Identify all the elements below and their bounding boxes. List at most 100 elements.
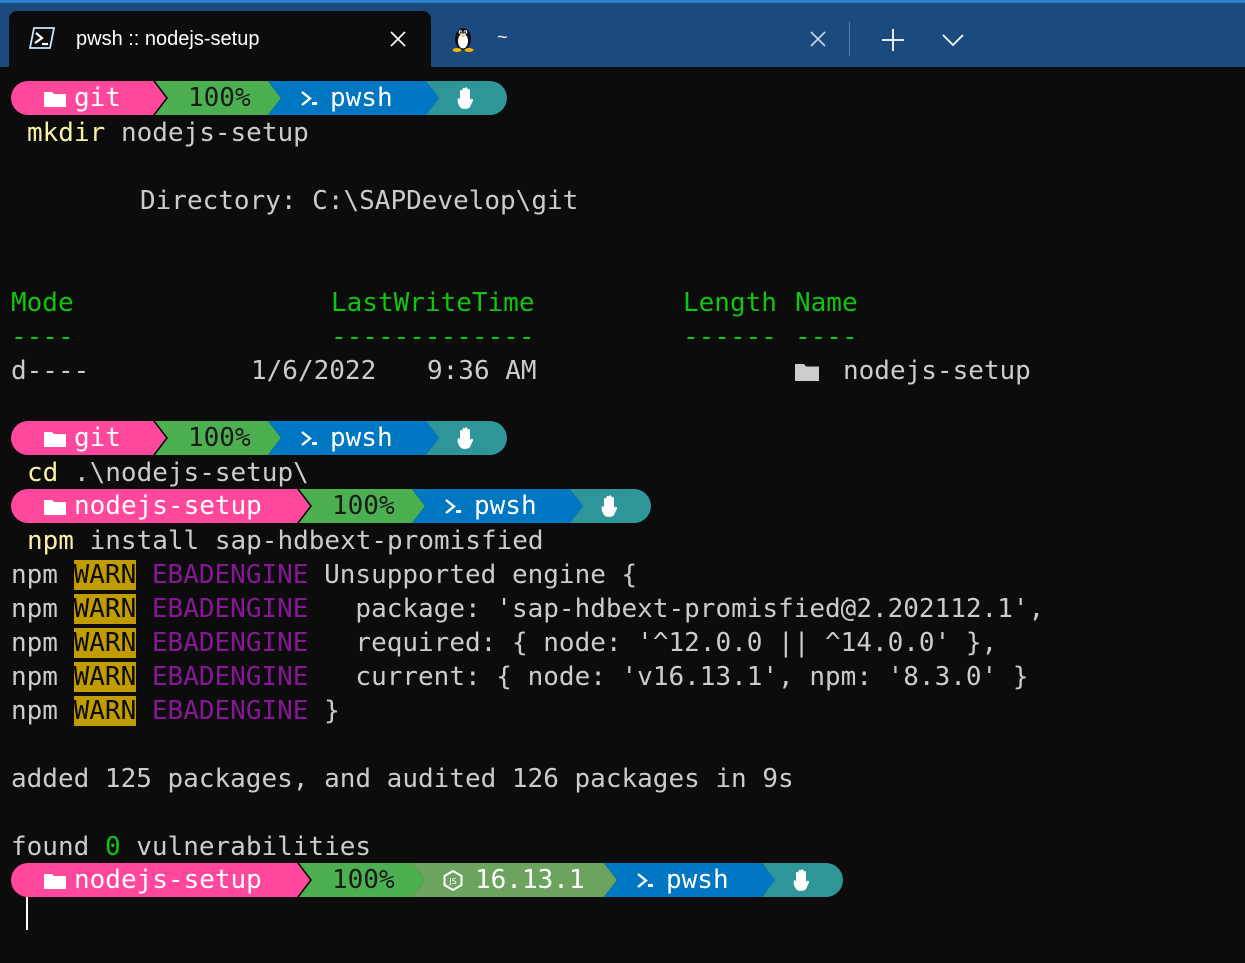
prompt-root-segment	[426, 421, 507, 455]
powershell-icon	[29, 27, 55, 49]
shell-prompt-icon	[301, 91, 317, 106]
warn-message: Unsupported engine {	[324, 560, 638, 590]
header-name: Name	[795, 288, 858, 318]
warn-code: EBADENGINE	[151, 560, 309, 590]
row-date: 1/6/2022	[251, 356, 377, 386]
prompt-shell-segment: pwsh	[268, 81, 439, 115]
prompt-root-segment	[426, 81, 507, 115]
tab-title: pwsh :: nodejs-setup	[76, 28, 260, 50]
npm-prefix: npm	[11, 628, 58, 658]
prompt-folder-name: nodejs-setup	[74, 491, 262, 521]
tab-linux-home[interactable]: ~	[431, 11, 851, 67]
prompt-shell-segment: pwsh	[268, 421, 439, 455]
shell-prompt-icon	[637, 873, 653, 888]
prompt: nodejs-setup 100% JS 16.13.1 pwsh	[11, 863, 843, 897]
prompt-battery-level: 100%	[332, 491, 395, 521]
prompt-shell-name: pwsh	[666, 865, 729, 895]
underline-name: ----	[795, 322, 858, 352]
chevron-down-icon[interactable]	[940, 27, 966, 53]
prompt-folder-name: git	[74, 423, 121, 453]
folder-icon	[44, 92, 66, 107]
prompt-node-version: 16.13.1	[475, 865, 585, 895]
npm-prefix: npm	[11, 662, 58, 692]
warn-code: EBADENGINE	[151, 696, 309, 726]
header-length: Length	[683, 288, 777, 318]
close-icon[interactable]	[387, 28, 409, 50]
prompt-folder-segment: git	[11, 81, 166, 115]
prompt-node-segment: JS 16.13.1	[412, 863, 617, 897]
warn-code: EBADENGINE	[151, 628, 309, 658]
warn-badge: WARN	[73, 662, 137, 692]
header-mode: Mode	[11, 288, 74, 318]
vulnerabilities-label: vulnerabilities	[136, 832, 372, 862]
text-cursor	[26, 897, 28, 930]
prompt-battery-level: 100%	[188, 83, 251, 113]
prompt-shell-name: pwsh	[474, 491, 537, 521]
warn-badge: WARN	[73, 560, 137, 590]
plus-icon[interactable]	[880, 27, 906, 53]
npm-prefix: npm	[11, 560, 58, 590]
prompt-battery-segment: 100%	[299, 489, 425, 523]
vulnerability-count: 0	[104, 832, 121, 862]
svg-text:JS: JS	[448, 877, 456, 886]
prompt-folder-segment: nodejs-setup	[11, 863, 310, 897]
prompt-folder-segment: nodejs-setup	[11, 489, 310, 523]
prompt-battery-level: 100%	[188, 423, 251, 453]
command-name: npm	[27, 526, 74, 556]
prompt-root-segment	[570, 489, 651, 523]
warn-badge: WARN	[73, 628, 137, 658]
npm-prefix: npm	[11, 594, 58, 624]
prompt: git 100% pwsh	[11, 421, 507, 455]
row-mode: d----	[11, 356, 90, 386]
npm-summary-added: added 125 packages, and audited 126 pack…	[11, 764, 794, 794]
shell-prompt-icon	[445, 499, 461, 514]
shell-prompt-icon	[301, 431, 317, 446]
folder-icon	[795, 364, 819, 381]
npm-warning-line: npm WARN EBADENGINE current: { node: 'v1…	[11, 660, 1029, 694]
tab-separator	[849, 22, 850, 56]
found-label: found	[11, 832, 90, 862]
hand-icon	[457, 87, 474, 109]
prompt-shell-name: pwsh	[330, 83, 393, 113]
row-time: 9:36 AM	[427, 356, 537, 386]
prompt-shell-name: pwsh	[330, 423, 393, 453]
hand-icon	[457, 427, 474, 449]
underline-lastwritetime: -------------	[331, 322, 535, 352]
npm-warning-line: npm WARN EBADENGINE }	[11, 694, 340, 728]
title-bar-accent	[0, 0, 1245, 3]
command-args: .\nodejs-setup\	[73, 458, 309, 488]
directory-line: Directory: C:\SAPDevelop\git	[140, 186, 579, 216]
prompt-shell-segment: pwsh	[604, 863, 775, 897]
npm-summary-vulnerabilities: found 0 vulnerabilities	[11, 830, 371, 864]
hand-icon	[793, 869, 810, 891]
folder-icon	[44, 500, 66, 515]
underline-length: ------	[683, 322, 777, 352]
warn-message: current: { node: 'v16.13.1', npm: '8.3.0…	[324, 662, 1029, 692]
warn-badge: WARN	[73, 696, 137, 726]
title-bar: pwsh :: nodejs-setup ~	[0, 0, 1245, 67]
prompt: nodejs-setup 100% pwsh	[11, 489, 651, 523]
tab-pwsh-nodejs-setup[interactable]: pwsh :: nodejs-setup	[9, 11, 431, 67]
terminal-pane[interactable]: git 100% pwsh mkdir nodejs-setup Directo…	[0, 67, 1245, 963]
prompt-battery-segment: 100%	[299, 863, 425, 897]
command-line: mkdir nodejs-setup	[27, 116, 309, 150]
prompt-root-segment	[762, 863, 843, 897]
prompt-folder-segment: git	[11, 421, 166, 455]
npm-prefix: npm	[11, 696, 58, 726]
warn-message: }	[324, 696, 340, 726]
warn-message: required: { node: '^12.0.0 || ^14.0.0' }…	[324, 628, 998, 658]
close-icon[interactable]	[807, 28, 829, 50]
command-name: mkdir	[27, 118, 106, 148]
tab-title: ~	[497, 27, 508, 47]
npm-warning-line: npm WARN EBADENGINE package: 'sap-hdbext…	[11, 592, 1044, 626]
command-line: npm install sap-hdbext-promisfied	[27, 524, 544, 558]
npm-warning-line: npm WARN EBADENGINE required: { node: '^…	[11, 626, 997, 660]
prompt-battery-segment: 100%	[155, 81, 281, 115]
underline-mode: ----	[11, 322, 74, 352]
prompt-battery-level: 100%	[332, 865, 395, 895]
prompt-folder-name: nodejs-setup	[74, 865, 262, 895]
command-args: install sap-hdbext-promisfied	[89, 526, 544, 556]
folder-icon	[44, 874, 66, 889]
command-line: cd .\nodejs-setup\	[27, 456, 309, 490]
header-lastwritetime: LastWriteTime	[331, 288, 535, 318]
